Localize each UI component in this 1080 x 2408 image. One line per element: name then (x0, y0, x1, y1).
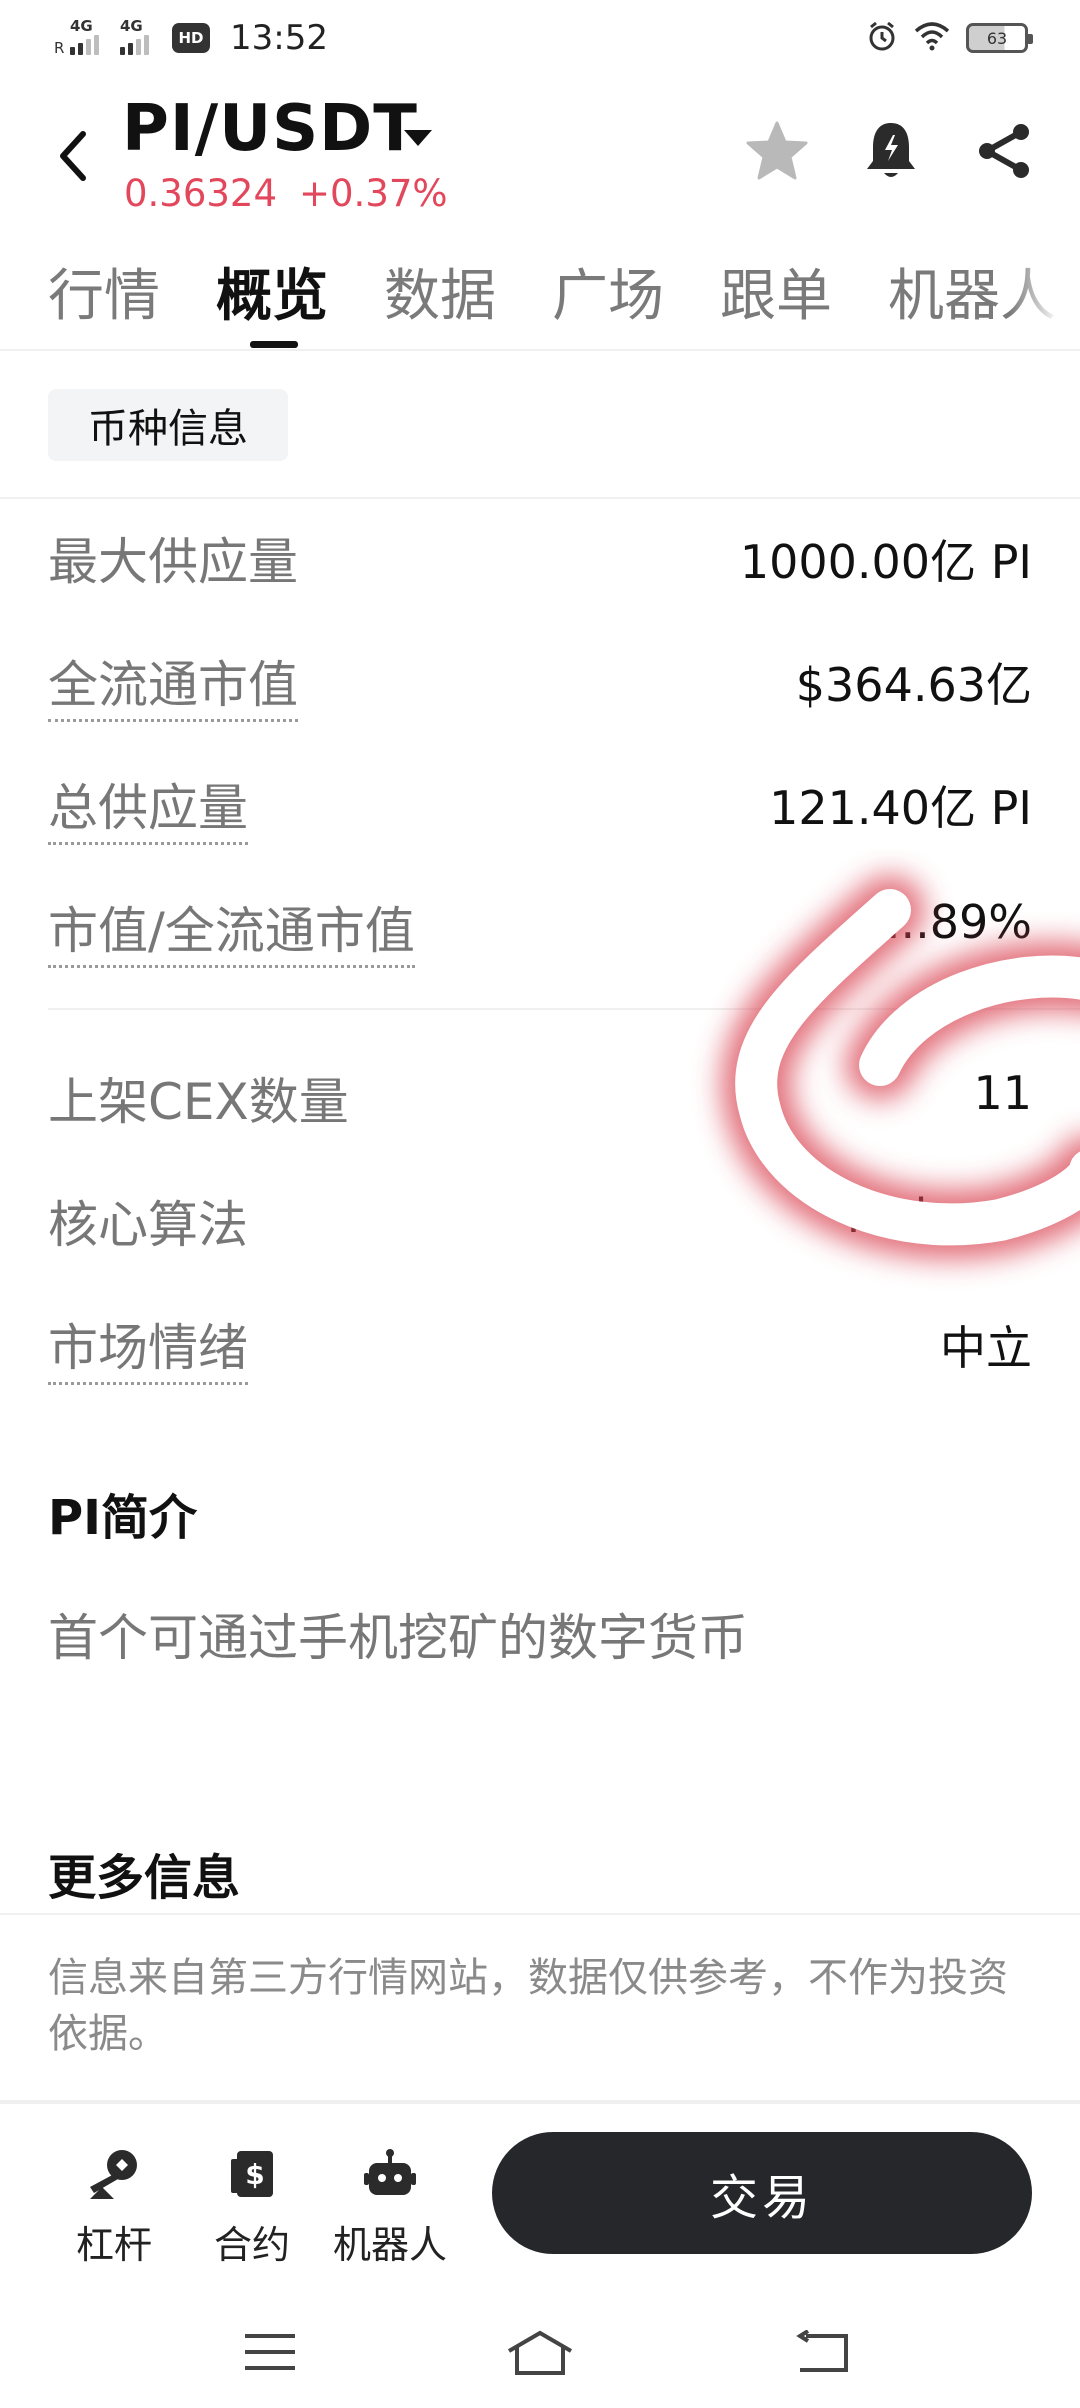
active-tab-indicator (250, 341, 298, 348)
row-fdv[interactable]: 全流通市值 $364.63亿 (48, 645, 1032, 722)
hd-badge: HD (172, 23, 210, 53)
back-icon (60, 131, 86, 181)
section-divider (0, 497, 1080, 499)
row-label[interactable]: 总供应量 (48, 768, 248, 845)
tab-copy-trading[interactable]: 跟单 (720, 251, 832, 332)
row-mcap-ratio[interactable]: 市值/全流通市值 ...89% (48, 891, 1032, 968)
share-icon[interactable] (970, 116, 1040, 186)
tab-square[interactable]: 广场 (552, 251, 664, 332)
more-info-title: 更多信息 (48, 1850, 241, 1906)
robot-icon (360, 2144, 420, 2204)
battery-icon: 63 (966, 23, 1033, 53)
disclaimer-text: 信息来自第三方行情网站，数据仅供参考，不作为投资依据。 (48, 1955, 1008, 2057)
row-max-supply: 最大供应量 1000.00亿 PI (48, 522, 1032, 592)
coin-info-chip[interactable]: 币种信息 (48, 389, 288, 461)
star-icon[interactable] (742, 116, 812, 186)
caret-down-icon[interactable] (398, 118, 438, 158)
row-value: $364.63亿 (795, 658, 1032, 712)
tab-data[interactable]: 数据 (384, 251, 496, 332)
contract-button[interactable]: $ 合约 (192, 2144, 312, 2269)
intro-text: 首个可通过手机挖矿的数字货币 (48, 1609, 748, 1667)
row-value: Mainnet (846, 1189, 1032, 1243)
tab-bar: 行情 概览 数据 广场 跟单 机器人 (0, 245, 1080, 351)
row-value: 11 (973, 1066, 1032, 1120)
row-value: 中立 (940, 1321, 1032, 1375)
row-label[interactable]: 全流通市值 (48, 645, 298, 722)
row-algorithm: 核心算法 Mainnet (48, 1185, 1032, 1255)
back-button[interactable] (44, 124, 100, 188)
row-value: 121.40亿 PI (769, 781, 1032, 835)
row-label: 上架CEX数量 (48, 1073, 349, 1131)
signal-1-icon: 4G R (54, 17, 100, 57)
header-actions (742, 116, 1040, 186)
row-value: 1000.00亿 PI (739, 535, 1032, 589)
section-divider (0, 1913, 1080, 1915)
last-price: 0.36324 (124, 172, 278, 215)
tab-overview[interactable]: 概览 (216, 251, 328, 332)
bell-icon[interactable] (856, 116, 926, 186)
back-nav-icon[interactable] (782, 2322, 862, 2382)
row-label[interactable]: 市值/全流通市值 (48, 891, 415, 968)
leverage-button[interactable]: 杠杆 (54, 2144, 174, 2269)
status-time: 13:52 (230, 18, 328, 58)
status-right: 63 (866, 20, 1033, 56)
row-sentiment[interactable]: 市场情绪 中立 (48, 1308, 1032, 1385)
row-label: 最大供应量 (48, 533, 298, 591)
row-total-supply[interactable]: 总供应量 121.40亿 PI (48, 768, 1032, 845)
menu-icon[interactable] (230, 2322, 310, 2382)
price-line: 0.36324 +0.37% (124, 172, 448, 215)
svg-text:$: $ (245, 2158, 264, 2191)
row-cex-count: 上架CEX数量 11 (48, 1062, 1032, 1132)
system-nav-bar (0, 2292, 1080, 2408)
row-divider (48, 1008, 1080, 1010)
alarm-icon (866, 20, 898, 56)
row-value: ...89% (885, 895, 1032, 949)
row-label: 核心算法 (48, 1196, 248, 1254)
contract-icon: $ (222, 2144, 282, 2204)
row-label[interactable]: 市场情绪 (48, 1308, 248, 1385)
tab-fade (1010, 245, 1080, 345)
price-change: +0.37% (299, 172, 448, 215)
robot-button[interactable]: 机器人 (330, 2144, 450, 2269)
signal-2-icon: 4G (114, 17, 158, 55)
pair-header: PI/USDT 0.36324 +0.37% (0, 80, 1080, 230)
status-left: 4G R 4G HD 13:52 (54, 17, 328, 58)
status-bar: 4G R 4G HD 13:52 63 (0, 0, 1080, 80)
bottom-action-bar: 杠杆 $ 合约 机器人 交易 (0, 2102, 1080, 2292)
intro-title: PI简介 (48, 1490, 198, 1546)
wifi-icon (914, 21, 950, 55)
pair-title[interactable]: PI/USDT (122, 92, 418, 166)
home-icon[interactable] (500, 2322, 580, 2382)
trade-button[interactable]: 交易 (492, 2132, 1032, 2254)
tab-market[interactable]: 行情 (48, 251, 160, 332)
leverage-icon (84, 2144, 144, 2204)
